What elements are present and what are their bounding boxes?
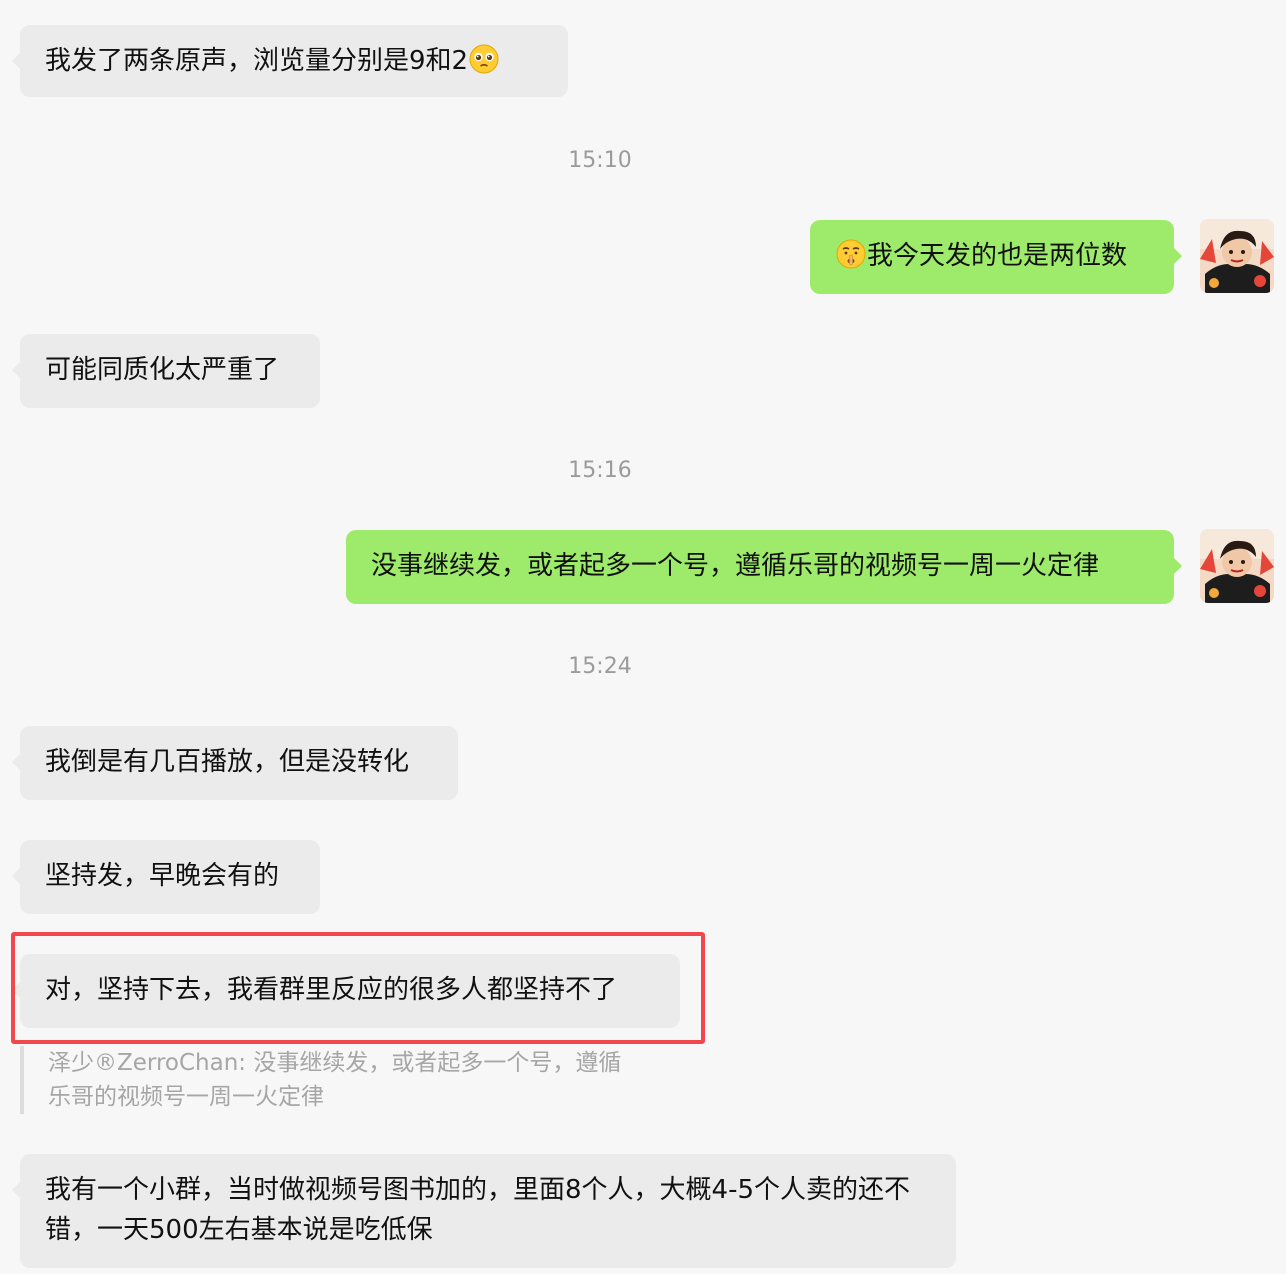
message-bubble-incoming[interactable]: 我倒是有几百播放，但是没转化 — [12, 726, 458, 800]
message-bubble-outgoing[interactable]: 没事继续发，或者起多一个号，遵循乐哥的视频号一周一火定律 — [346, 530, 1182, 604]
chat-history: 我发了两条原声，浏览量分别是9和2 15:10 我今天发的也是两位数 可能同质化… — [0, 0, 1286, 1274]
message-bubble-incoming[interactable]: 我有一个小群，当时做视频号图书加的，里面8个人，大概4-5个人卖的还不错，一天5… — [12, 1154, 956, 1268]
highlight-box — [11, 932, 705, 1044]
pleading-face-emoji-icon — [469, 44, 499, 74]
avatar-image-icon — [1200, 219, 1274, 293]
message-text: 可能同质化太严重了 — [45, 355, 280, 385]
message-text: 没事继续发，或者起多一个号，遵循乐哥的视频号一周一火定律 — [371, 551, 1100, 581]
quoted-reply[interactable]: 泽少®ZerroChan: 没事继续发，或者起多一个号，遵循乐哥的视频号一周一火… — [20, 1046, 640, 1114]
shushing-face-emoji-icon — [836, 239, 866, 269]
timestamp: 15:16 — [568, 458, 632, 483]
user-avatar[interactable] — [1200, 219, 1274, 293]
avatar-image-icon — [1200, 529, 1274, 603]
message-text: 我倒是有几百播放，但是没转化 — [45, 747, 410, 777]
message-text: 我发了两条原声，浏览量分别是9和2 — [45, 46, 469, 76]
message-bubble-incoming[interactable]: 可能同质化太严重了 — [12, 334, 320, 408]
timestamp: 15:24 — [568, 654, 632, 679]
user-avatar[interactable] — [1200, 529, 1274, 603]
message-bubble-outgoing[interactable]: 我今天发的也是两位数 — [810, 220, 1182, 294]
message-text: 我有一个小群，当时做视频号图书加的，里面8个人，大概4-5个人卖的还不错，一天5… — [45, 1175, 911, 1245]
message-bubble-incoming[interactable]: 我发了两条原声，浏览量分别是9和2 — [12, 25, 568, 97]
timestamp: 15:10 — [568, 148, 632, 173]
message-text: 我今天发的也是两位数 — [867, 241, 1128, 271]
message-text: 坚持发，早晚会有的 — [45, 861, 280, 891]
message-bubble-incoming[interactable]: 坚持发，早晚会有的 — [12, 840, 320, 914]
